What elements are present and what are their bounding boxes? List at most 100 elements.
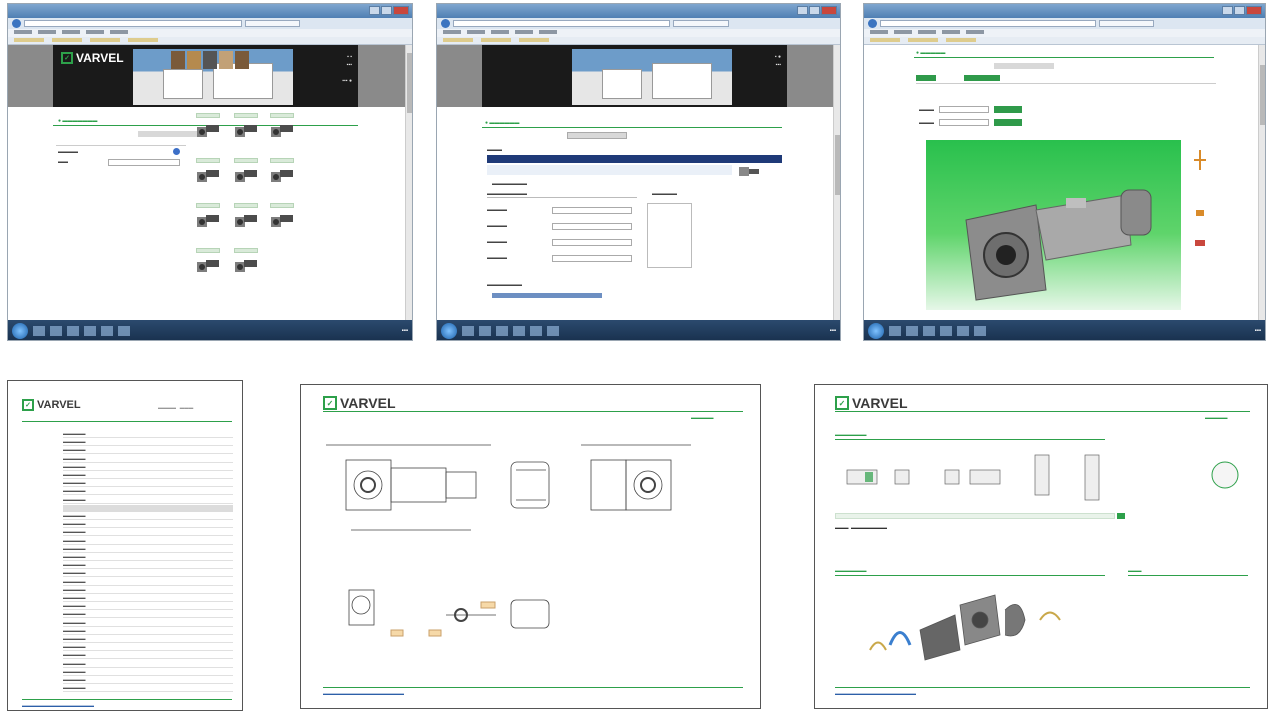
maximize-icon[interactable]	[809, 6, 820, 15]
tab-bar[interactable]	[567, 132, 627, 139]
mounting-positions-page: ✓ VARVEL ▬▬▬▬▬ ▬▬▬▬▬▬▬ ▬▬▬ ▬▬▬▬▬▬▬▬ ▬▬▬▬▬…	[814, 384, 1268, 709]
table-row	[63, 691, 233, 693]
product-label[interactable]	[234, 113, 258, 118]
gear-motor-icon[interactable]	[196, 256, 220, 272]
gear-motor-icon[interactable]	[234, 256, 258, 272]
config-select[interactable]	[552, 239, 632, 246]
product-label[interactable]	[196, 203, 220, 208]
product-label[interactable]	[270, 203, 294, 208]
table-row	[63, 592, 233, 594]
minimize-icon[interactable]	[369, 6, 380, 15]
table-row	[63, 502, 233, 504]
tab-bar[interactable]	[994, 63, 1054, 69]
window-close-icon[interactable]	[1246, 6, 1262, 15]
view-controls[interactable]	[1194, 150, 1206, 270]
table-row	[63, 568, 233, 570]
gear-motor-icon[interactable]	[234, 166, 258, 182]
gear-motor-icon[interactable]	[196, 211, 220, 227]
table-row	[63, 576, 233, 578]
brand-name: VARVEL	[852, 395, 908, 411]
gear-motor-icon[interactable]	[196, 166, 220, 182]
table-row	[63, 674, 233, 676]
url-field[interactable]	[24, 20, 242, 27]
info-icon[interactable]	[173, 148, 180, 155]
site-header-banner: ✓ VARVEL ▪ ▪ ▪▪▪ ▪▪▪ ●	[53, 45, 358, 107]
table-row	[63, 658, 233, 660]
table-row	[63, 601, 233, 602]
technical-drawing	[326, 444, 691, 637]
windows-start-icon[interactable]	[12, 323, 28, 339]
config-select[interactable]	[552, 207, 632, 214]
product-label[interactable]	[196, 248, 220, 253]
table-row	[63, 560, 233, 561]
product-label[interactable]	[196, 113, 220, 118]
table-row	[63, 535, 233, 537]
table-row	[63, 478, 233, 479]
table-row[interactable]	[487, 165, 732, 175]
config-label: ▬▬▬▬	[487, 207, 507, 213]
window-close-icon[interactable]	[821, 6, 837, 15]
product-label[interactable]	[270, 113, 294, 118]
table-row	[63, 683, 233, 684]
brand-name: VARVEL	[37, 399, 81, 411]
url-field[interactable]	[880, 20, 1097, 27]
table-row	[63, 519, 233, 520]
download-button[interactable]	[994, 106, 1022, 113]
address-bar[interactable]	[8, 18, 412, 29]
maximize-icon[interactable]	[381, 6, 392, 15]
windows-start-icon[interactable]	[441, 323, 457, 339]
table-row	[63, 527, 233, 529]
check-icon	[1117, 513, 1125, 519]
gear-motor-icon[interactable]	[270, 166, 294, 182]
filter-select[interactable]	[108, 159, 180, 166]
table-row	[63, 617, 233, 619]
step-tab[interactable]	[916, 75, 936, 81]
filter-label: ▬▬▬▬	[58, 149, 78, 155]
url-field[interactable]	[453, 20, 671, 27]
windows-start-icon[interactable]	[868, 323, 884, 339]
window-titlebar	[8, 4, 412, 18]
favorites-bar	[8, 37, 412, 45]
table-row	[63, 453, 233, 455]
browser-tab[interactable]	[244, 20, 301, 27]
section-heading: ● ▬▬▬▬▬▬▬	[58, 118, 98, 124]
gear-motor-icon[interactable]	[270, 211, 294, 227]
3d-model-viewer[interactable]	[926, 140, 1181, 310]
taskbar: ▪▪▪	[8, 320, 412, 340]
table-row	[63, 543, 233, 545]
back-icon[interactable]	[12, 19, 21, 28]
product-label[interactable]	[196, 158, 220, 163]
maximize-icon[interactable]	[1234, 6, 1245, 15]
config-select[interactable]	[552, 223, 632, 230]
varvel-logo: ✓ VARVEL	[323, 395, 396, 411]
download-button-2[interactable]	[994, 119, 1022, 126]
varvel-logo: ✓ VARVEL	[61, 51, 124, 65]
table-row	[63, 461, 233, 463]
gear-motor-icon[interactable]	[234, 121, 258, 137]
cad-format-select[interactable]	[939, 106, 989, 113]
product-label[interactable]	[234, 203, 258, 208]
minimize-icon[interactable]	[797, 6, 808, 15]
tab-bar[interactable]	[138, 131, 198, 137]
table-header	[487, 155, 782, 163]
step-tab[interactable]	[964, 75, 1000, 81]
page-viewport: ✓ VARVEL ▪ ▪ ▪▪▪ ▪▪▪ ● ● ▬▬▬▬▬▬▬ ▬▬▬▬ ▬▬	[8, 45, 412, 320]
product-label[interactable]	[270, 158, 294, 163]
table-row	[63, 609, 233, 611]
product-label[interactable]	[234, 158, 258, 163]
cad-format-select-2[interactable]	[939, 119, 989, 126]
config-select[interactable]	[552, 255, 632, 262]
minimize-icon[interactable]	[1222, 6, 1233, 15]
table-row	[63, 437, 233, 438]
brand-name: VARVEL	[76, 51, 124, 65]
gear-motor-icon[interactable]	[270, 121, 294, 137]
product-label[interactable]	[234, 248, 258, 253]
datasheet-page: ✓ VARVEL ▬▬▬▬ ▬▬▬ ▬▬▬▬▬ ▬▬▬▬▬ ▬▬▬▬▬ ▬▬▬▬▬ ▬▬▬…	[7, 380, 243, 711]
gear-motor-icon[interactable]	[196, 121, 220, 137]
mounting-grid[interactable]	[647, 203, 692, 268]
varvel-logo: ✓ VARVEL	[835, 395, 908, 411]
gear-motor-icon[interactable]	[234, 211, 258, 227]
window-close-icon[interactable]	[393, 6, 409, 15]
table-row	[63, 650, 233, 652]
config-label: ▬▬▬▬	[487, 239, 507, 245]
